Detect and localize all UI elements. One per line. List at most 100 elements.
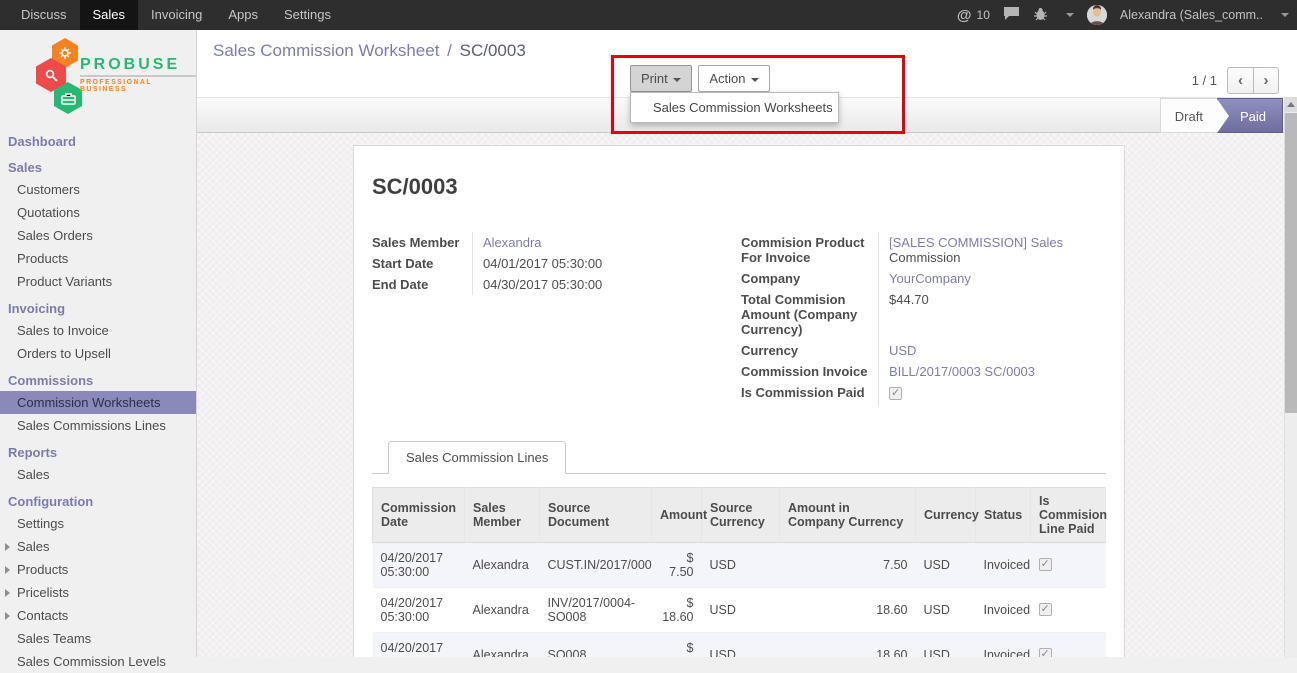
line-paid-checkbox[interactable] xyxy=(1039,603,1052,616)
cell-source-document: CUST.IN/2017/0001 xyxy=(540,543,652,588)
field-label: Commission Invoice xyxy=(741,361,878,382)
sidebar-item-customers[interactable]: Customers xyxy=(0,178,196,201)
debug-bug-icon[interactable] xyxy=(1033,7,1048,24)
chat-bubble-icon[interactable] xyxy=(1003,6,1020,24)
column-header[interactable]: Sales Member xyxy=(465,488,540,543)
company-link[interactable]: YourCompany xyxy=(889,271,971,286)
cell-status: Invoiced xyxy=(976,633,1031,658)
sidebar-header-configuration[interactable]: Configuration xyxy=(0,491,196,512)
sidebar-item-config-contacts[interactable]: Contacts xyxy=(0,604,196,627)
sidebar-item-reports-sales[interactable]: Sales xyxy=(0,463,196,486)
column-header[interactable]: Amount in Company Currency xyxy=(780,488,916,543)
logo-text: PROBUSE PROFESSIONAL BUSINESS xyxy=(80,56,196,93)
user-menu-label[interactable]: Alexandra (Sales_comm.. xyxy=(1120,8,1263,22)
status-step-draft[interactable]: Draft xyxy=(1160,98,1217,133)
sidebar-item-sales-orders[interactable]: Sales Orders xyxy=(0,224,196,247)
field-commission-product: Commision Product For Invoice [SALES COM… xyxy=(741,232,1106,268)
sidebar-item-products[interactable]: Products xyxy=(0,247,196,270)
column-header[interactable]: Commission Date xyxy=(373,488,465,543)
menu-discuss[interactable]: Discuss xyxy=(8,0,80,30)
cell-amount: $ 7.50 xyxy=(652,543,702,588)
field-label: Is Commission Paid xyxy=(741,382,878,406)
line-paid-checkbox[interactable] xyxy=(1039,558,1052,571)
column-header[interactable]: Status xyxy=(976,488,1031,543)
column-header[interactable]: Source Currency xyxy=(702,488,780,543)
logo-title: PROBUSE xyxy=(80,56,196,77)
scrollbar-thumb[interactable] xyxy=(1285,113,1297,413)
cell-source-currency: USD xyxy=(702,633,780,658)
tab-sales-commission-lines[interactable]: Sales Commission Lines xyxy=(388,441,566,474)
sidebar-item-quotations[interactable]: Quotations xyxy=(0,201,196,224)
table-header-row: Commission Date Sales Member Source Docu… xyxy=(373,488,1106,543)
content-background: SC/0003 Sales Member Alexandra Start Dat… xyxy=(197,133,1297,657)
sidebar-header-commissions[interactable]: Commissions xyxy=(0,370,196,391)
table-row[interactable]: 04/20/2017 10:35:53 Alexandra SO008 $ 18… xyxy=(373,633,1106,658)
sidebar-header-sales[interactable]: Sales xyxy=(0,157,196,178)
debug-caret-icon[interactable] xyxy=(1066,13,1074,17)
menu-apps[interactable]: Apps xyxy=(215,0,271,30)
action-caret-icon xyxy=(751,78,759,82)
sidebar-item-config-products[interactable]: Products xyxy=(0,558,196,581)
user-menu-caret-icon[interactable] xyxy=(1281,13,1289,17)
sidebar-item-sales-to-invoice[interactable]: Sales to Invoice xyxy=(0,319,196,342)
column-header[interactable]: Amount xyxy=(652,488,702,543)
sidebar-item-config-pricelists[interactable]: Pricelists xyxy=(0,581,196,604)
table-row[interactable]: 04/20/2017 05:30:00 Alexandra CUST.IN/20… xyxy=(373,543,1106,588)
field-label: Company xyxy=(741,268,878,289)
field-label: Total Commision Amount (Company Currency… xyxy=(741,289,878,340)
is-commission-paid-checkbox[interactable] xyxy=(889,387,902,400)
table-row[interactable]: 04/20/2017 05:30:00 Alexandra INV/2017/0… xyxy=(373,588,1106,633)
currency-link[interactable]: USD xyxy=(889,343,916,358)
sidebar-header-invoicing[interactable]: Invoicing xyxy=(0,298,196,319)
print-dropdown-menu: Sales Commission Worksheets xyxy=(630,92,839,123)
vertical-scrollbar[interactable] xyxy=(1284,97,1297,657)
cell-source-currency: USD xyxy=(702,588,780,633)
menu-settings[interactable]: Settings xyxy=(271,0,344,30)
inbox-count[interactable]: 10 xyxy=(977,8,990,22)
cell-source-currency: USD xyxy=(702,543,780,588)
scrollbar-up-button[interactable] xyxy=(1285,97,1297,112)
sidebar-item-settings[interactable]: Settings xyxy=(0,512,196,535)
print-button[interactable]: Print xyxy=(630,65,692,92)
sales-member-link[interactable]: Alexandra xyxy=(483,235,542,250)
user-avatar[interactable] xyxy=(1087,5,1107,25)
cell-line-paid xyxy=(1031,543,1106,588)
action-button[interactable]: Action xyxy=(698,65,769,92)
pager-next-button[interactable]: › xyxy=(1253,67,1279,94)
probuse-logo: PROBUSE PROFESSIONAL BUSINESS xyxy=(0,30,196,126)
sidebar-item-product-variants[interactable]: Product Variants xyxy=(0,270,196,293)
cell-company-amount: 7.50 xyxy=(780,543,916,588)
sidebar-header-reports[interactable]: Reports xyxy=(0,442,196,463)
menu-sales[interactable]: Sales xyxy=(80,0,139,30)
breadcrumb-parent-link[interactable]: Sales Commission Worksheet xyxy=(213,41,439,60)
sidebar-item-config-sales[interactable]: Sales xyxy=(0,535,196,558)
sidebar-item-sales-commissions-lines[interactable]: Sales Commissions Lines xyxy=(0,414,196,437)
sidebar: PROBUSE PROFESSIONAL BUSINESS Dashboard … xyxy=(0,30,197,657)
sidebar-item-sales-teams[interactable]: Sales Teams xyxy=(0,627,196,650)
column-header[interactable]: Source Document xyxy=(540,488,652,543)
field-company: Company YourCompany xyxy=(741,268,1106,289)
inbox-at-icon[interactable]: @ xyxy=(957,7,972,24)
main-area: Sales Commission Worksheet / SC/0003 Pri… xyxy=(197,30,1297,657)
print-menu-item-sales-commission-worksheets[interactable]: Sales Commission Worksheets xyxy=(653,100,833,115)
breadcrumb: Sales Commission Worksheet / SC/0003 xyxy=(213,41,526,61)
expand-caret-icon xyxy=(5,566,10,574)
sidebar-item-label: Pricelists xyxy=(17,585,69,600)
top-navbar: Discuss Sales Invoicing Apps Settings @ … xyxy=(0,0,1297,30)
logo-subtitle: PROFESSIONAL BUSINESS xyxy=(80,79,196,93)
column-header[interactable]: Currency xyxy=(916,488,976,543)
field-group-left: Sales Member Alexandra Start Date 04/01/… xyxy=(372,232,702,406)
pager-previous-button[interactable]: ‹ xyxy=(1227,67,1253,94)
menu-invoicing[interactable]: Invoicing xyxy=(138,0,215,30)
sidebar-item-commission-worksheets[interactable]: Commission Worksheets xyxy=(0,391,196,414)
sidebar-item-orders-to-upsell[interactable]: Orders to Upsell xyxy=(0,342,196,365)
sidebar-item-sales-commission-levels[interactable]: Sales Commission Levels xyxy=(0,650,196,673)
cell-sales-member: Alexandra xyxy=(465,633,540,658)
control-panel: Sales Commission Worksheet / SC/0003 Pri… xyxy=(197,30,1297,97)
line-paid-checkbox[interactable] xyxy=(1039,648,1052,657)
commission-invoice-link[interactable]: BILL/2017/0003 SC/0003 xyxy=(889,364,1035,379)
sidebar-item-dashboard[interactable]: Dashboard xyxy=(0,131,196,152)
expand-caret-icon xyxy=(5,589,10,597)
column-header[interactable]: Is Commision Line Paid xyxy=(1031,488,1106,543)
commission-product-link[interactable]: [SALES COMMISSION] Sales xyxy=(889,235,1106,250)
